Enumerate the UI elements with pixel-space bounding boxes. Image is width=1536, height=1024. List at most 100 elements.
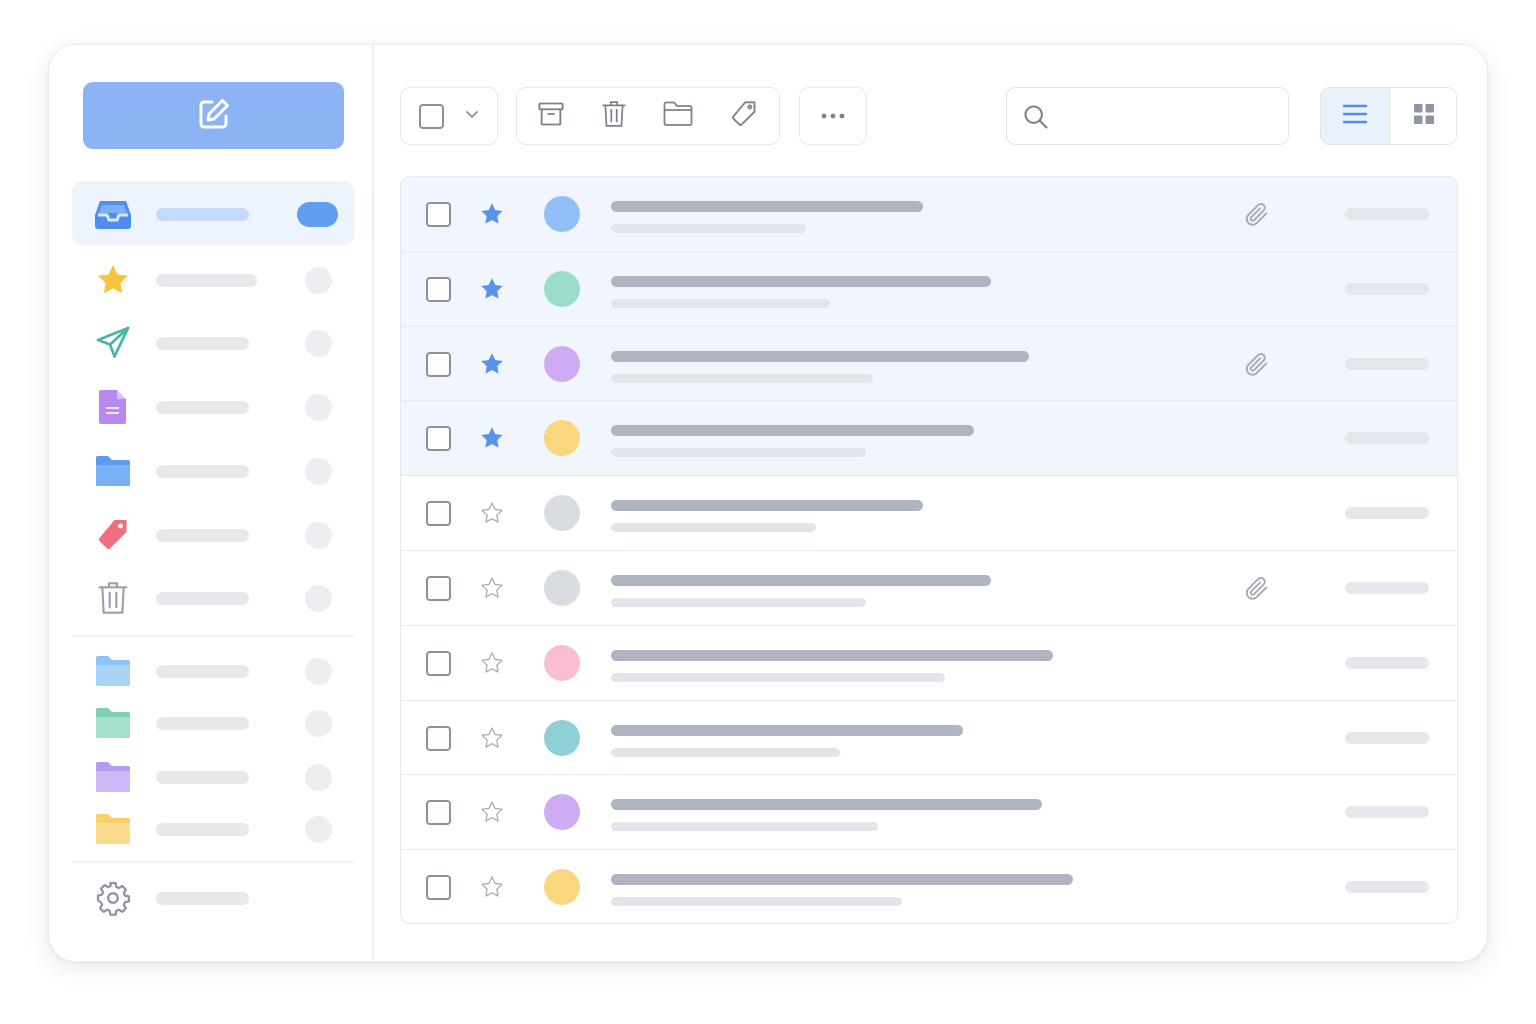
mail-date — [1345, 208, 1429, 220]
mail-subject — [611, 574, 991, 586]
action-buttons-group — [516, 87, 780, 145]
row-checkbox[interactable] — [426, 650, 451, 676]
sidebar-item-folder[interactable] — [72, 438, 354, 502]
search-box[interactable] — [1006, 87, 1289, 145]
row-checkbox[interactable] — [426, 800, 451, 826]
unread-count-badge — [297, 202, 338, 227]
folder-icon — [94, 652, 132, 690]
list-view-button[interactable] — [1321, 88, 1390, 144]
select-all-checkbox[interactable] — [401, 88, 461, 144]
row-checkbox[interactable] — [426, 351, 451, 377]
select-all-group — [400, 87, 498, 145]
sidebar-item-starred[interactable] — [72, 247, 354, 311]
star-outline-icon[interactable] — [478, 798, 506, 826]
count-badge — [305, 330, 332, 357]
star-outline-icon[interactable] — [478, 574, 506, 602]
count-badge — [305, 658, 332, 685]
more-actions-button[interactable] — [800, 88, 866, 144]
sidebar-item-label — [156, 208, 249, 221]
star-outline-icon[interactable] — [478, 724, 506, 752]
delete-button[interactable] — [583, 88, 645, 144]
mail-snippet — [611, 298, 830, 308]
mail-row[interactable] — [401, 551, 1457, 626]
mail-snippet — [611, 822, 878, 832]
sidebar-item-folder-yellow[interactable] — [72, 796, 354, 860]
mail-date — [1345, 731, 1429, 744]
row-checkbox[interactable] — [426, 575, 451, 601]
more-actions-group — [799, 87, 867, 145]
avatar — [544, 345, 580, 382]
label-button[interactable] — [711, 88, 777, 144]
count-badge — [305, 585, 332, 612]
mail-row[interactable] — [401, 476, 1457, 551]
folder-icon — [94, 704, 132, 742]
sidebar-item-label — [156, 274, 257, 287]
archive-button[interactable] — [519, 88, 583, 144]
avatar — [544, 719, 580, 756]
star-filled-icon[interactable] — [478, 350, 506, 378]
mail-date — [1345, 432, 1429, 445]
mail-date — [1345, 806, 1429, 819]
mail-row[interactable] — [401, 251, 1457, 327]
mail-row[interactable] — [401, 626, 1457, 701]
paperclip-icon — [1242, 349, 1272, 379]
mail-row[interactable] — [401, 701, 1457, 776]
sidebar-item-label — [156, 337, 249, 350]
mail-snippet — [611, 523, 816, 533]
star-filled-icon[interactable] — [478, 275, 506, 303]
mail-subject — [611, 275, 991, 287]
sidebar-item-settings[interactable] — [72, 865, 354, 929]
paperclip-icon — [1242, 573, 1272, 603]
send-icon — [94, 324, 132, 362]
row-checkbox[interactable] — [426, 875, 451, 901]
sidebar-item-labels[interactable] — [72, 502, 354, 566]
compose-icon — [196, 96, 232, 135]
folder-icon — [663, 101, 693, 132]
row-checkbox[interactable] — [426, 426, 451, 452]
mail-row[interactable] — [401, 775, 1457, 851]
mail-app-window — [48, 44, 1488, 962]
sidebar-item-label — [156, 717, 249, 730]
compose-button[interactable] — [83, 82, 344, 149]
grid-view-button[interactable] — [1390, 88, 1456, 144]
tag-icon — [730, 100, 758, 133]
paperclip-icon — [1242, 199, 1272, 229]
row-checkbox[interactable] — [426, 501, 451, 527]
grid-view-icon — [1413, 103, 1435, 130]
sidebar-item-trash[interactable] — [72, 565, 354, 629]
count-badge — [305, 522, 332, 549]
star-outline-icon[interactable] — [478, 499, 506, 527]
row-checkbox[interactable] — [426, 276, 451, 302]
sidebar-item-label — [156, 529, 249, 542]
move-to-folder-button[interactable] — [645, 88, 711, 144]
mail-date — [1345, 507, 1429, 520]
star-outline-icon[interactable] — [478, 873, 506, 901]
star-filled-icon[interactable] — [478, 424, 506, 452]
select-options-dropdown[interactable] — [457, 88, 487, 144]
star-icon — [94, 261, 132, 299]
list-view-icon — [1342, 103, 1368, 130]
row-checkbox[interactable] — [426, 725, 451, 751]
row-checkbox[interactable] — [426, 202, 451, 227]
avatar — [544, 569, 580, 606]
mail-row[interactable] — [401, 850, 1457, 923]
mail-subject — [611, 874, 1073, 886]
star-outline-icon[interactable] — [478, 649, 506, 677]
mail-snippet — [611, 448, 866, 458]
mail-list — [400, 176, 1458, 924]
mail-subject — [611, 425, 974, 437]
mail-subject — [611, 201, 923, 212]
mail-row[interactable] — [401, 401, 1457, 477]
draft-document-icon — [94, 388, 132, 426]
search-input[interactable] — [1067, 102, 1272, 132]
count-badge — [305, 816, 332, 843]
star-filled-icon[interactable] — [478, 200, 506, 228]
count-badge — [305, 710, 332, 737]
mail-row[interactable] — [401, 326, 1457, 402]
sidebar-item-drafts[interactable] — [72, 374, 354, 438]
sidebar-item-label — [156, 892, 249, 905]
mail-subject — [611, 350, 1029, 362]
mail-row[interactable] — [401, 177, 1457, 252]
sidebar-item-sent[interactable] — [72, 310, 354, 374]
sidebar-item-inbox[interactable] — [72, 181, 354, 245]
